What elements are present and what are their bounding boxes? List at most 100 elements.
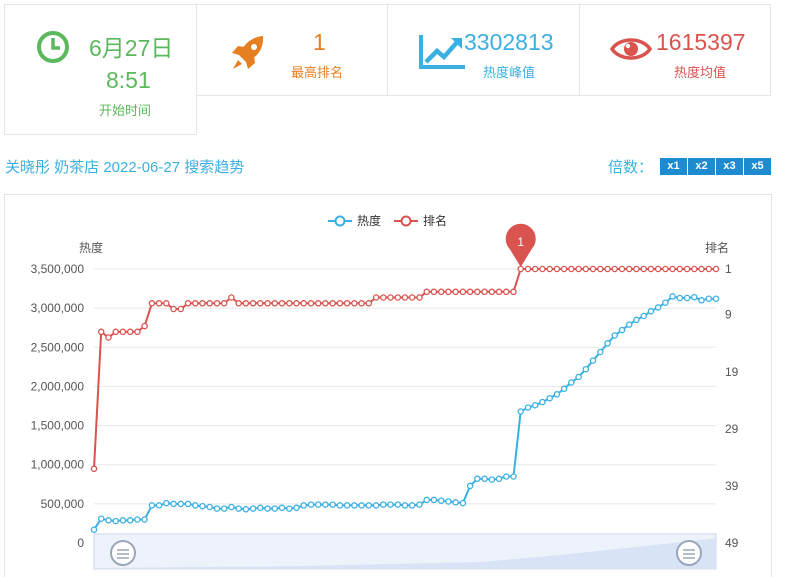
rank-series-point [322, 300, 329, 307]
rank-series-point [503, 288, 510, 296]
heat-series-point [206, 503, 213, 511]
heat-series-point [459, 499, 467, 507]
heat-series-point [220, 505, 228, 512]
heat-series-point [503, 473, 510, 480]
heat-series-point [242, 506, 250, 513]
legend[interactable]: 热度 排名 [328, 213, 447, 228]
rank-series-point [698, 265, 705, 273]
rank-series-point [126, 328, 134, 336]
rank-series-point [611, 265, 618, 273]
heat-series-point [495, 475, 503, 483]
heat-series-point [654, 304, 662, 311]
heat-series-point [481, 475, 488, 483]
heat-series-point [698, 297, 705, 304]
rank-series-point [510, 288, 517, 296]
rank-series-point [401, 294, 409, 301]
heat-series-point [669, 293, 676, 300]
rank-series-point [531, 265, 539, 273]
right-tick-label: 9 [725, 308, 732, 322]
rank-series-point [676, 265, 684, 273]
rank-series-point [546, 265, 553, 273]
rank-series-point [423, 288, 430, 296]
heat-series-point [126, 517, 134, 524]
rank-series-point [394, 294, 402, 301]
rank-series-point [553, 265, 561, 273]
heat-series-point [510, 473, 517, 480]
rank-series-point [358, 300, 365, 307]
rank-series-point [524, 265, 532, 273]
rank-series-point [112, 328, 119, 336]
left-axis-label: 热度 [79, 240, 103, 255]
rank-series-point [199, 300, 206, 307]
rank-series-point [257, 300, 264, 307]
rank-series-point [416, 294, 423, 301]
heat-series-point [423, 496, 430, 504]
right-axis-label: 排名 [705, 240, 729, 255]
heat-series-point [531, 401, 539, 409]
left-tick-label: 1,000,000 [31, 458, 85, 472]
heat-series-point [546, 394, 553, 402]
rank-series-point [380, 294, 387, 301]
rank-series-point [192, 300, 199, 307]
rank-series-point [647, 265, 655, 273]
left-tick-label: 500,000 [41, 497, 85, 511]
heat-series-point [712, 295, 720, 302]
heat-series-point [466, 482, 474, 490]
rank-series-point [213, 300, 221, 307]
heat-series-point [105, 517, 112, 524]
heat-series-point [300, 502, 307, 509]
rank-series-point [683, 265, 691, 273]
zoom-right-handle[interactable] [676, 540, 702, 566]
heat-series-point [343, 502, 351, 509]
rank-series-point [235, 300, 242, 307]
rank-series-point [220, 300, 228, 307]
heat-series-point [351, 502, 358, 509]
rank-series-point [517, 265, 524, 273]
heat-series-point [430, 496, 438, 504]
heat-series-point [257, 504, 264, 512]
heat-series-point [293, 504, 300, 512]
rank-series-point [148, 300, 156, 307]
legend-rank-label: 排名 [423, 213, 447, 228]
heat-series-point [437, 497, 445, 504]
heat-series-point [604, 340, 611, 347]
heat-series-point [611, 332, 618, 339]
legend-heat-marker [334, 215, 346, 227]
heat-series-point [633, 316, 640, 324]
heat-series-point [387, 501, 394, 508]
rank-series-point [459, 288, 467, 296]
rank-series-point [206, 300, 213, 307]
heat-series-point [517, 408, 524, 415]
heat-series-point [705, 295, 713, 302]
rank-series-point [228, 294, 235, 301]
rank-series-point [249, 300, 257, 307]
rank-series-point [408, 294, 416, 301]
rank-series-point [155, 300, 163, 307]
heat-series-point [676, 294, 684, 302]
heat-series-point [90, 526, 98, 533]
heat-series-point [329, 501, 336, 508]
rank-series-point [452, 288, 459, 296]
rank-series-point [329, 300, 336, 307]
rank-series-point [539, 265, 546, 273]
heat-series-point [691, 293, 698, 301]
left-tick-label: 1,500,000 [31, 419, 85, 433]
trend-chart-svg: 热度 排名 热度 排名 3,500,000 3,000,000 2,500,000 2… [31, 213, 739, 570]
heat-series-point [235, 505, 242, 512]
rank-series-point [307, 300, 315, 307]
heat-series-point [307, 501, 315, 508]
heat-series-point [394, 501, 402, 508]
heat-series-point [228, 503, 235, 511]
heat-series-point [365, 502, 373, 509]
rank-series-point [242, 300, 250, 307]
heat-series-point [662, 299, 669, 306]
rank-series-point [271, 300, 279, 307]
right-tick-label: 39 [725, 479, 739, 493]
zoom-left-handle[interactable] [110, 540, 136, 566]
rank-series-point [286, 300, 293, 307]
zoom-slider[interactable] [93, 533, 717, 570]
rank-series-point [669, 265, 676, 273]
heat-series-point [401, 502, 409, 509]
heat-series-point [134, 516, 141, 523]
heat-series-point [184, 500, 192, 508]
